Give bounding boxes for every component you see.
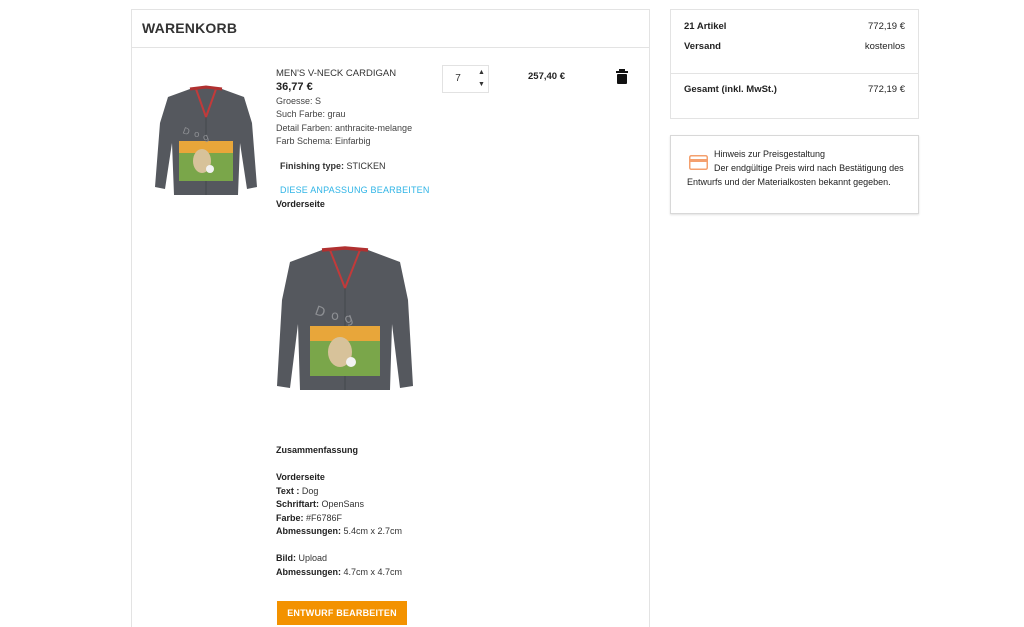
preview-side-label: Vorderseite	[276, 198, 325, 209]
summary-font-value: OpenSans	[321, 499, 365, 509]
cart-title: WARENKORB	[142, 20, 238, 36]
summary-text-dimensions: Abmessungen: 5.4cm x 2.7cm	[276, 525, 496, 539]
summary-dims1-label: Abmessungen:	[276, 526, 342, 536]
quantity-stepper[interactable]: 7 ▲ ▼	[442, 65, 489, 93]
summary-color-value: #F6786F	[306, 512, 343, 523]
attribute-color-scheme: Farb Schema: Einfarbig	[276, 136, 371, 146]
finishing-type-label: Finishing type:	[280, 160, 344, 171]
summary-image-label: Bild:	[276, 553, 296, 563]
summary-text-label: Text :	[276, 485, 300, 496]
summary-dims2-value: 4.7cm x 4.7cm	[343, 566, 403, 577]
attribute-detail-colors: Detail Farben: anthracite-melange	[276, 122, 413, 133]
summary-front-heading: Vorderseite	[276, 472, 325, 482]
summary-font: Schriftart: OpenSans	[276, 498, 496, 512]
totals-panel: 21 Artikel 772,19 € Versand kostenlos Ge…	[670, 9, 919, 119]
line-total: 257,40 €	[528, 71, 565, 82]
summary-dims2-label: Abmessungen:	[276, 566, 342, 577]
shipping-row: Versand kostenlos	[684, 41, 905, 52]
items-count-label: 21 Artikel	[684, 21, 727, 32]
summary-text: Text : Dog	[276, 485, 496, 499]
summary-image-value: Upload	[298, 553, 328, 563]
attribute-size: Groesse: S	[276, 95, 322, 106]
product-thumbnail[interactable]: D o g	[152, 83, 260, 201]
edit-customization-link[interactable]: DIESE ANPASSUNG BEARBEITEN	[276, 184, 446, 198]
trash-icon[interactable]	[615, 69, 629, 84]
grand-total-row: Gesamt (inkl. MwSt.) 772,19 €	[684, 84, 905, 95]
finishing-type-value: STICKEN	[346, 160, 386, 171]
notice-body: Der endgültige Preis wird nach Bestätigu…	[687, 163, 904, 187]
summary-color: Farbe: #F6786F	[276, 512, 496, 526]
design-preview-image: D o g	[277, 246, 413, 390]
summary-dims1-value: 5.4cm x 2.7cm	[343, 526, 403, 536]
price-notice: Hinweis zur Preisgestaltung Der endgülti…	[670, 135, 919, 214]
summary-text-value: Dog	[301, 485, 319, 496]
items-subtotal: 772,19 €	[868, 21, 905, 32]
cart-panel: WARENKORB D o g MEN'S V-NECK CARDIGAN 36…	[131, 9, 650, 627]
cart-header: WARENKORB	[132, 10, 649, 48]
shipping-label: Versand	[684, 41, 721, 52]
totals-divider	[671, 73, 918, 74]
edit-design-button[interactable]: ENTWURF BEARBEITEN	[277, 601, 407, 625]
quantity-input[interactable]: 7	[443, 66, 473, 92]
chevron-up-icon[interactable]: ▲	[474, 67, 489, 79]
notice-title: Hinweis zur Preisgestaltung	[714, 149, 826, 159]
svg-text:o: o	[194, 130, 200, 140]
svg-text:o: o	[331, 309, 339, 324]
grand-total-label: Gesamt (inkl. MwSt.)	[684, 84, 777, 95]
design-summary: Zusammenfassung Vorderseite Text : Dog S…	[276, 444, 496, 579]
summary-color-label: Farbe:	[276, 512, 304, 523]
product-details: MEN'S V-NECK CARDIGAN 36,77 € Groesse: S…	[276, 67, 446, 211]
summary-heading: Zusammenfassung	[276, 445, 359, 455]
chevron-down-icon[interactable]: ▼	[474, 79, 489, 91]
shipping-value: kostenlos	[864, 41, 905, 52]
product-name[interactable]: MEN'S V-NECK CARDIGAN	[276, 67, 446, 81]
summary-font-label: Schriftart:	[276, 499, 320, 509]
summary-image-dimensions: Abmessungen: 4.7cm x 4.7cm	[276, 566, 496, 580]
finishing-type: Finishing type: STICKEN	[276, 160, 446, 174]
attribute-color: Such Farbe: grau	[276, 109, 346, 119]
grand-total-value: 772,19 €	[868, 84, 905, 95]
summary-image: Bild: Upload	[276, 552, 496, 566]
items-count-row: 21 Artikel 772,19 €	[684, 21, 905, 32]
product-unit-price: 36,77 €	[276, 80, 313, 93]
